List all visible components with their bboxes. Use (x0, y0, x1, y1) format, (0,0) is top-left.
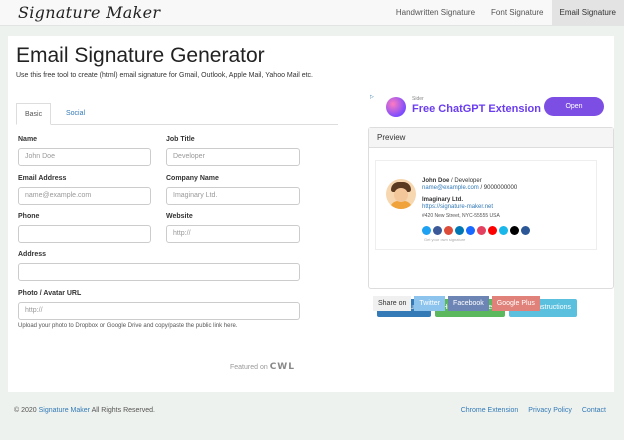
page-subtitle: Use this free tool to create (html) emai… (16, 72, 313, 79)
footer: © 2020 Signature Maker All Rights Reserv… (0, 400, 624, 424)
signature-phone: 9000000000 (483, 185, 518, 191)
share-facebook-button[interactable]: Facebook (448, 296, 489, 311)
email-label: Email Address (18, 175, 67, 182)
skype-icon[interactable] (521, 226, 530, 235)
website-label: Website (166, 213, 193, 220)
get-own-signature-link[interactable]: Get your own signature (424, 237, 465, 242)
top-navbar: Signature Maker Handwritten Signature Fo… (0, 0, 624, 26)
footer-privacy-policy-link[interactable]: Privacy Policy (528, 407, 572, 414)
photo-url-input[interactable]: http:// (18, 302, 300, 320)
share-twitter-button[interactable]: Twitter (414, 296, 446, 311)
ad-open-button[interactable]: Open (544, 97, 604, 116)
google-plus-icon[interactable] (444, 226, 453, 235)
behance-icon[interactable] (466, 226, 475, 235)
heart-icon[interactable] (510, 226, 519, 235)
twitter-icon[interactable] (422, 226, 431, 235)
form-tabs: Basic Social (16, 103, 338, 125)
ad-advertiser: Sider (412, 96, 424, 102)
preview-panel: Preview John Doe / Developer name@exampl… (368, 127, 614, 317)
website-input[interactable]: http:// (166, 225, 300, 243)
footer-chrome-extension-link[interactable]: Chrome Extension (461, 407, 519, 414)
phone-label: Phone (18, 213, 40, 220)
address-label: Address (18, 251, 47, 258)
signature-name-line: John Doe / Developer (422, 178, 482, 184)
address-input[interactable] (18, 263, 300, 281)
signature-address: #420 New Street, NYC-55555 USA (422, 213, 500, 219)
photo-url-label: Photo / Avatar URL (18, 290, 82, 297)
cwl-logo: CWL (269, 362, 295, 372)
photo-help-text: Upload your photo to Dropbox or Google D… (18, 323, 238, 329)
nav-handwritten-signature[interactable]: Handwritten Signature (388, 0, 483, 26)
footer-contact-link[interactable]: Contact (582, 407, 606, 414)
brain-icon (386, 97, 406, 117)
name-input[interactable]: John Doe (18, 148, 151, 166)
footer-brand-link[interactable]: Signature Maker (39, 407, 90, 414)
preview-heading: Preview (369, 128, 613, 148)
signature-name: John Doe (422, 178, 450, 184)
signature-preview: John Doe / Developer name@example.com / … (375, 160, 597, 250)
page-title: Email Signature Generator (16, 44, 265, 67)
share-label: Share on (373, 296, 412, 311)
vimeo-icon[interactable] (499, 226, 508, 235)
nav-email-signature[interactable]: Email Signature (551, 0, 624, 26)
job-title-label: Job Title (166, 136, 195, 143)
copyright-prefix: © 2020 (14, 407, 37, 414)
name-label: Name (18, 136, 38, 143)
featured-prefix: Featured on (230, 364, 268, 371)
youtube-icon[interactable] (488, 226, 497, 235)
avatar (386, 179, 416, 209)
copyright: © 2020 Signature Maker All Rights Reserv… (14, 407, 155, 414)
site-logo[interactable]: Signature Maker (18, 3, 160, 22)
social-icons-row (422, 226, 530, 235)
footer-links: Chrome Extension Privacy Policy Contact (461, 407, 606, 414)
copyright-suffix: All Rights Reserved. (91, 407, 155, 414)
linkedin-icon[interactable] (455, 226, 464, 235)
instagram-icon[interactable] (477, 226, 486, 235)
nav-font-signature[interactable]: Font Signature (483, 0, 551, 26)
ad-banner[interactable]: ▷ Sider Free ChatGPT Extension Open (368, 92, 612, 122)
ad-choices-icon[interactable]: ▷ (370, 94, 374, 100)
share-row: Share on Twitter Facebook Google Plus (373, 296, 540, 311)
phone-input[interactable] (18, 225, 151, 243)
facebook-icon[interactable] (433, 226, 442, 235)
signature-url[interactable]: https://signature-maker.net (422, 204, 493, 210)
company-label: Company Name (166, 175, 219, 182)
job-title-input[interactable]: Developer (166, 148, 300, 166)
tab-basic[interactable]: Basic (16, 103, 52, 125)
signature-company: Imaginary Ltd. (422, 197, 464, 203)
featured-on[interactable]: Featured on CWL (230, 362, 295, 372)
main-card: Email Signature Generator Use this free … (8, 36, 614, 392)
signature-email[interactable]: name@example.com (422, 185, 479, 191)
email-input[interactable]: name@example.com (18, 187, 151, 205)
signature-contact: name@example.com / 9000000000 (422, 185, 518, 191)
ad-title: Free ChatGPT Extension (412, 103, 541, 115)
signature-job: Developer (454, 178, 482, 184)
tab-social[interactable]: Social (58, 103, 93, 125)
company-input[interactable]: Imaginary Ltd. (166, 187, 300, 205)
share-google-plus-button[interactable]: Google Plus (491, 296, 540, 311)
nav-links: Handwritten Signature Font Signature Ema… (388, 0, 624, 26)
